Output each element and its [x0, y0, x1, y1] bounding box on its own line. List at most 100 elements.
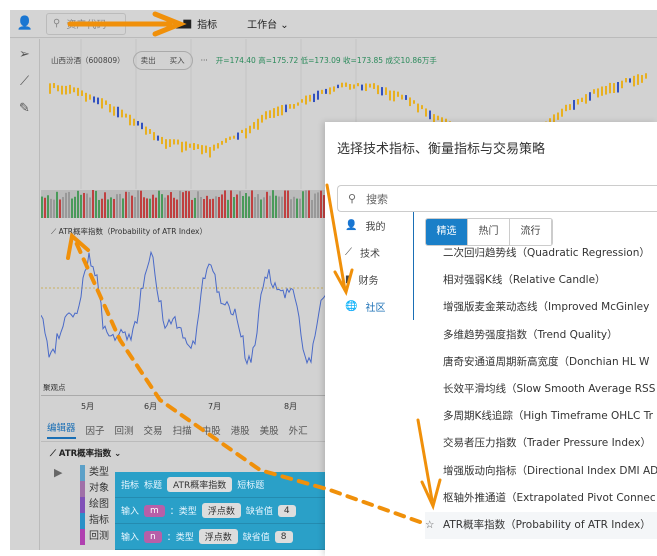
volume-bar	[104, 192, 106, 221]
indicator-list-item[interactable]: 多维趋势强度指数（Trend Quality）	[425, 322, 657, 349]
indicator-button[interactable]: ▁▃▆ 指标	[168, 16, 217, 31]
tab-factor[interactable]: 因子	[86, 423, 105, 437]
sidebar-item-mine[interactable]: 👤 我的	[337, 212, 413, 239]
volume-bar	[140, 190, 142, 219]
indicator-list-item[interactable]: 增强版动向指标（Directional Index DMI AD	[425, 458, 657, 485]
kw: ：类型	[169, 507, 197, 517]
cursor-icon[interactable]: ➢	[19, 47, 30, 62]
volume-bar	[308, 190, 310, 219]
category-backtest[interactable]: 回测	[80, 529, 109, 545]
volume-bar	[272, 190, 274, 219]
indicator-list-item[interactable]: 交易者压力指数（Trader Pressure Index）	[425, 430, 657, 457]
buy-button[interactable]: 买入	[163, 52, 192, 69]
tab-editor[interactable]: 编辑器	[47, 420, 76, 439]
editor-title: ATR概率指数	[58, 449, 112, 459]
volume-bar	[290, 199, 292, 228]
candle	[585, 94, 587, 104]
volume-bar	[287, 190, 289, 219]
candle	[229, 136, 231, 140]
volume-bar	[227, 199, 229, 228]
volume-bar	[215, 196, 217, 225]
atr-subchart[interactable]: ⟋ ATR概率指数（Probability of ATR Index） 聚观点	[41, 220, 331, 395]
sidebar-item-technical[interactable]: ⟋ 技术	[337, 239, 413, 266]
indicator-list-item[interactable]: ☆ ATR概率指数（Probability of ATR Index）	[425, 511, 657, 540]
tab-trade[interactable]: 交易	[144, 423, 163, 437]
indicator-block[interactable]: 指标 标题 ATR概率指数 短标题	[115, 472, 335, 498]
run-icon[interactable]: ▶	[54, 466, 62, 479]
input-block-m[interactable]: 输入 m ：类型 浮点数 缺省值 4	[115, 498, 335, 524]
candle	[81, 90, 83, 96]
tab-hk-stocks[interactable]: 港股	[231, 423, 250, 437]
sidebar-label: 技术	[360, 249, 380, 260]
line-tool-icon[interactable]: ⟋	[20, 74, 29, 89]
category-plot[interactable]: 绘图	[80, 497, 109, 513]
volume-bar	[98, 199, 100, 228]
type-dropdown[interactable]: 浮点数	[201, 503, 241, 518]
candle	[181, 141, 183, 153]
sell-button[interactable]: 卖出	[134, 52, 163, 69]
default-field[interactable]: 4	[277, 504, 296, 517]
candle	[213, 144, 215, 151]
block-categories: 类型 对象 绘图 指标 回测	[80, 465, 109, 545]
user-icon[interactable]: 👤	[10, 16, 40, 31]
indicator-name: 多周期K线追踪（High Timeframe OHLC Tr	[443, 410, 653, 423]
indicator-list-item[interactable]: 唐奇安通道周期新高宽度（Donchian HL W	[425, 349, 657, 376]
volume-bar	[191, 199, 193, 228]
default-field[interactable]: 8	[274, 530, 293, 543]
tab-backtest[interactable]: 回测	[115, 423, 134, 437]
tab-us-stocks[interactable]: 美股	[260, 423, 279, 437]
kw: 标题	[144, 481, 163, 491]
var-field[interactable]: n	[144, 530, 162, 543]
category-indicator[interactable]: 指标	[80, 513, 109, 529]
candle	[365, 83, 367, 92]
star-icon[interactable]: ☆	[425, 512, 434, 539]
indicator-name: 枢轴外推通道（Extrapolated Pivot Connec	[443, 491, 656, 504]
var-field[interactable]: m	[144, 504, 165, 517]
indicator-list-item[interactable]: 相对强弱K线（Relative Candle）	[425, 267, 657, 294]
indicator-list-item[interactable]: 二次回归趋势线（Quadratic Regression）	[425, 240, 657, 267]
volume-bar	[95, 190, 97, 219]
volume-bar	[128, 191, 130, 220]
indicator-search-input[interactable]: ⚲ 搜索	[337, 185, 657, 212]
volume-bar	[176, 199, 178, 228]
candle	[561, 108, 563, 117]
candle	[189, 143, 191, 148]
candle	[577, 98, 579, 105]
sidebar-item-financial[interactable]: ▮ 财务	[337, 266, 413, 293]
volume-bar	[254, 197, 256, 226]
block-editor[interactable]: 指标 标题 ATR概率指数 短标题 输入 m ：类型 浮点数 缺省值 4 输入 n ：类型 浮点数 缺省…	[115, 472, 335, 550]
candle	[113, 106, 115, 116]
sidebar-item-community[interactable]: 🌐 社区	[337, 293, 413, 320]
candle	[257, 118, 259, 130]
volume-bar	[209, 199, 211, 228]
input-block-n[interactable]: 输入 n ：类型 浮点数 缺省值 8	[115, 524, 335, 550]
more-icon[interactable]: ···	[201, 56, 208, 65]
x-tick: 6月	[144, 402, 158, 411]
candle	[425, 108, 427, 117]
candle	[293, 104, 295, 109]
category-type[interactable]: 类型	[80, 465, 109, 481]
category-object[interactable]: 对象	[80, 481, 109, 497]
indicator-list-item[interactable]: 长效平滑均线（Slow Smooth Average RSS	[425, 376, 657, 403]
candle	[621, 80, 623, 89]
candle	[149, 129, 151, 134]
volume-bar	[281, 196, 283, 225]
volume-bar	[182, 192, 184, 221]
tab-forex[interactable]: 外汇	[289, 423, 308, 437]
tab-cn-stocks[interactable]: 中股	[202, 423, 221, 437]
search-icon: ⚲	[53, 18, 61, 29]
type-dropdown[interactable]: 浮点数	[198, 529, 238, 544]
asset-search-input[interactable]: ⚲ 资产代码	[46, 12, 126, 35]
indicator-list-item[interactable]: 枢轴外推通道（Extrapolated Pivot Connec	[425, 485, 657, 512]
indicator-list-item[interactable]: 多周期K线追踪（High Timeframe OHLC Tr	[425, 403, 657, 430]
indicator-name: 长效平滑均线（Slow Smooth Average RSS	[443, 382, 656, 395]
volume-bar	[233, 197, 235, 226]
tab-scan[interactable]: 扫描	[173, 423, 192, 437]
title-field[interactable]: ATR概率指数	[167, 477, 233, 492]
editor-script-selector[interactable]: ⟋ ATR概率指数 ⌄	[50, 447, 121, 459]
volume-bar	[74, 196, 76, 225]
volume-bar	[134, 197, 136, 226]
pencil-icon[interactable]: ✎	[19, 101, 30, 116]
indicator-list-item[interactable]: 增强版麦金莱动态线（Improved McGinley	[425, 294, 657, 321]
workspace-dropdown[interactable]: 工作台 ⌄	[247, 16, 289, 31]
